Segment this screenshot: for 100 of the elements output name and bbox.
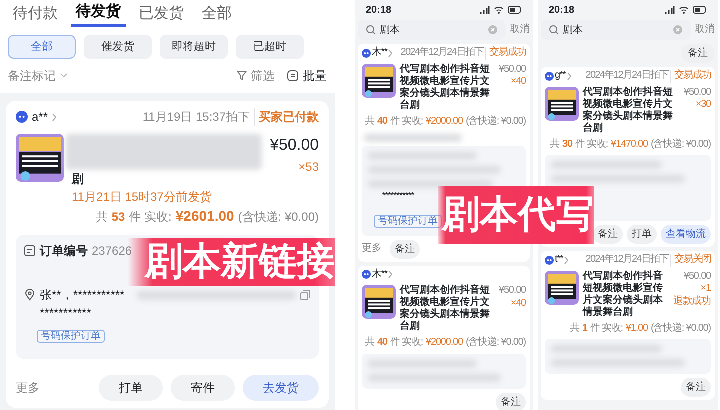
quantity: ×53: [298, 159, 319, 176]
order-status: 买家已付款: [254, 108, 319, 126]
action-button[interactable]: 查看物流: [661, 225, 711, 244]
unit-price: ¥50.00: [270, 136, 319, 156]
list-icon: [287, 70, 299, 82]
address: 张**，***********: [40, 287, 125, 304]
received-amount: ¥1470.00: [611, 138, 648, 151]
received-amount: ¥2000.00: [426, 337, 463, 350]
unit-price: ¥50.00: [499, 285, 526, 298]
filter-link[interactable]: 筛选: [251, 67, 275, 85]
chevron-icon: [388, 270, 394, 280]
avatar-icon: [362, 48, 371, 58]
shipping-fee: (含快递: ¥0.00): [466, 116, 526, 128]
status-time: 20:18: [549, 4, 575, 18]
action-button[interactable]: 备注: [593, 225, 623, 244]
shipping-fee: (含快递: ¥0.00): [650, 138, 711, 151]
filter-chip[interactable]: 即将超时: [160, 34, 228, 59]
tab[interactable]: 全部: [197, 2, 237, 26]
count-label: 共: [96, 209, 108, 226]
item-count: 40: [378, 337, 388, 350]
shipping-fee: (含快递: ¥0.00): [466, 337, 526, 350]
item-count: 40: [378, 116, 388, 128]
count-label: 共: [365, 337, 375, 350]
chevron-icon: [564, 256, 569, 265]
wifi-icon: [679, 6, 689, 14]
unit-price: ¥50.00: [683, 270, 711, 283]
unit-price: ¥50.00: [684, 86, 711, 99]
received-amount: ¥2000.00: [426, 116, 463, 128]
order-time: 11月19日 15:37拍下: [142, 109, 250, 126]
more-link[interactable]: 更多: [362, 242, 382, 256]
avatar-icon: [362, 270, 371, 280]
quantity: ×30: [694, 99, 711, 112]
tab[interactable]: 待发货: [71, 2, 126, 26]
action-button[interactable]: 打单: [627, 225, 657, 244]
quantity: ×40: [510, 76, 526, 88]
tab[interactable]: 待付款: [8, 2, 63, 26]
product-title: 代写剧本创作抖音短视频微电影宣传片文案分镜头剧本情景舞台剧: [400, 285, 491, 333]
signal-icon: [665, 6, 675, 14]
action-button[interactable]: 备注: [390, 240, 420, 258]
product-title: 剧: [72, 171, 85, 188]
order-number: 237626: [92, 243, 132, 260]
buyer-name[interactable]: 木**: [372, 47, 388, 60]
count-label: 共: [550, 138, 560, 151]
action-button[interactable]: 打单: [99, 375, 163, 401]
buyer-name[interactable]: t**: [555, 254, 563, 266]
clear-icon: [488, 25, 498, 35]
item-count: 30: [562, 138, 572, 151]
location-icon: [24, 289, 36, 301]
address: ***********: [40, 305, 92, 322]
action-button[interactable]: 寄件: [171, 375, 235, 401]
caret-icon: [60, 73, 68, 79]
received-label: 件 实收:: [575, 138, 608, 151]
action-button[interactable]: 备注: [496, 392, 526, 410]
more-link[interactable]: 更多: [16, 379, 40, 397]
document-icon: [24, 245, 36, 257]
count-label: 共: [570, 322, 580, 335]
search-icon: [366, 25, 376, 35]
chevron-icon: [52, 112, 58, 122]
received-amount: ¥2601.00: [176, 207, 234, 226]
received-label: 件 实收:: [129, 209, 172, 226]
received-label: 件 实收:: [390, 337, 424, 350]
remark-filter[interactable]: 备注标记: [8, 67, 56, 85]
quantity: ×40: [510, 298, 526, 310]
order-tag: 号码保护订单: [37, 330, 105, 343]
batch-link[interactable]: 批量: [303, 67, 327, 85]
action-button[interactable]: 去发货: [243, 375, 319, 401]
search-field[interactable]: 剧本: [541, 20, 691, 40]
shipping-fee: (含快递: ¥0.00): [650, 322, 711, 335]
received-amount: ¥1.00: [626, 322, 648, 335]
order-time: 2024年12月24日拍下: [400, 47, 484, 60]
order-status: 交易关闭: [670, 254, 711, 266]
action-button[interactable]: 备注: [681, 44, 715, 63]
battery-icon: [508, 6, 522, 14]
unit-price: ¥50.00: [499, 64, 526, 76]
promo-banner: 剧本代写: [438, 186, 594, 244]
order-status: 交易成功: [484, 47, 526, 60]
order-time: 2024年12月24日拍下: [586, 254, 669, 266]
product-title: 代写剧本创作抖音短视频微电影宣传片文案分镜头剧本情景舞台剧: [400, 64, 491, 112]
buyer-name[interactable]: 木**: [372, 268, 388, 281]
refund-status: 退款成功: [673, 296, 711, 308]
order-number-label: 订单编号: [40, 243, 88, 260]
buyer-name[interactable]: a**: [32, 108, 48, 126]
action-button[interactable]: 备注: [681, 378, 711, 397]
item-count: 1: [582, 322, 588, 335]
filter-icon: [237, 71, 247, 81]
filter-chip[interactable]: 已超时: [236, 34, 304, 59]
order-time: 2024年12月24日拍下: [586, 70, 669, 82]
filter-chip[interactable]: 催发货: [84, 34, 152, 59]
product-title: 代写剧本创作抖音短视频微电影宣传片文案分镜头剧本情景舞台剧: [583, 86, 674, 134]
status-time: 20:18: [366, 4, 392, 18]
received-label: 件 实收:: [390, 116, 424, 128]
buyer-name[interactable]: g**: [555, 70, 566, 82]
item-count: 53: [112, 209, 126, 226]
search-field[interactable]: 剧本: [358, 20, 506, 40]
tab[interactable]: 已发货: [134, 2, 189, 26]
filter-chip[interactable]: 全部: [8, 34, 76, 59]
battery-icon: [693, 6, 707, 14]
order-status: 交易成功: [670, 70, 711, 82]
quantity: ×1: [700, 283, 711, 296]
avatar-icon: [545, 72, 554, 81]
